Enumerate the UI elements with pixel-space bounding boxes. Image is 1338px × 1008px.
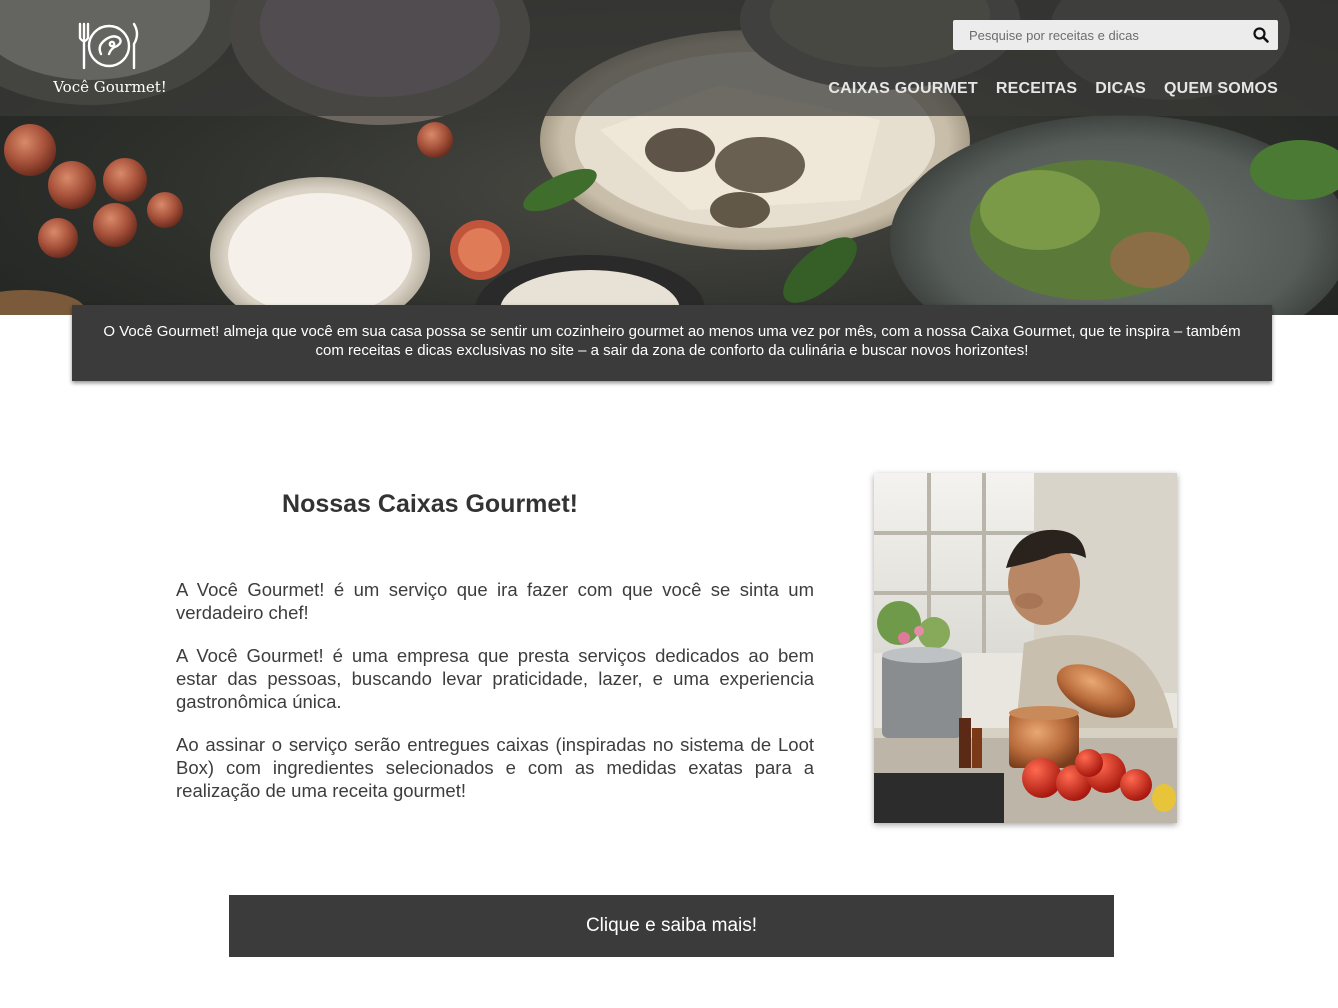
search-input[interactable] (953, 20, 1243, 50)
chef-cooking-image (874, 473, 1177, 823)
brand-logo[interactable]: Você Gourmet! (50, 16, 170, 100)
main-nav: CAIXAS GOURMET RECEITAS DICAS QUEM SOMOS (828, 80, 1278, 98)
plate-fork-knife-icon (78, 22, 139, 70)
section-title: Nossas Caixas Gourmet! (282, 490, 578, 518)
chef-photo (874, 473, 1177, 823)
about-paragraph: Ao assinar o serviço serão entregues cai… (176, 734, 814, 801)
learn-more-button[interactable]: Clique e saiba mais! (229, 895, 1114, 957)
about-text: A Você Gourmet! é um serviço que ira faz… (176, 578, 814, 822)
intro-banner: O Você Gourmet! almeja que você em sua c… (72, 305, 1272, 381)
search-icon[interactable] (1252, 26, 1270, 44)
nav-receitas[interactable]: RECEITAS (996, 80, 1077, 98)
about-paragraph: A Você Gourmet! é uma empresa que presta… (176, 645, 814, 712)
nav-quem-somos[interactable]: QUEM SOMOS (1164, 80, 1278, 98)
nav-caixas-gourmet[interactable]: CAIXAS GOURMET (828, 80, 977, 98)
nav-dicas[interactable]: DICAS (1095, 80, 1146, 98)
about-paragraph: A Você Gourmet! é um serviço que ira faz… (176, 579, 814, 623)
search-bar (953, 20, 1278, 50)
brand-name: Você Gourmet! (53, 78, 167, 96)
header-bar (0, 0, 1338, 116)
